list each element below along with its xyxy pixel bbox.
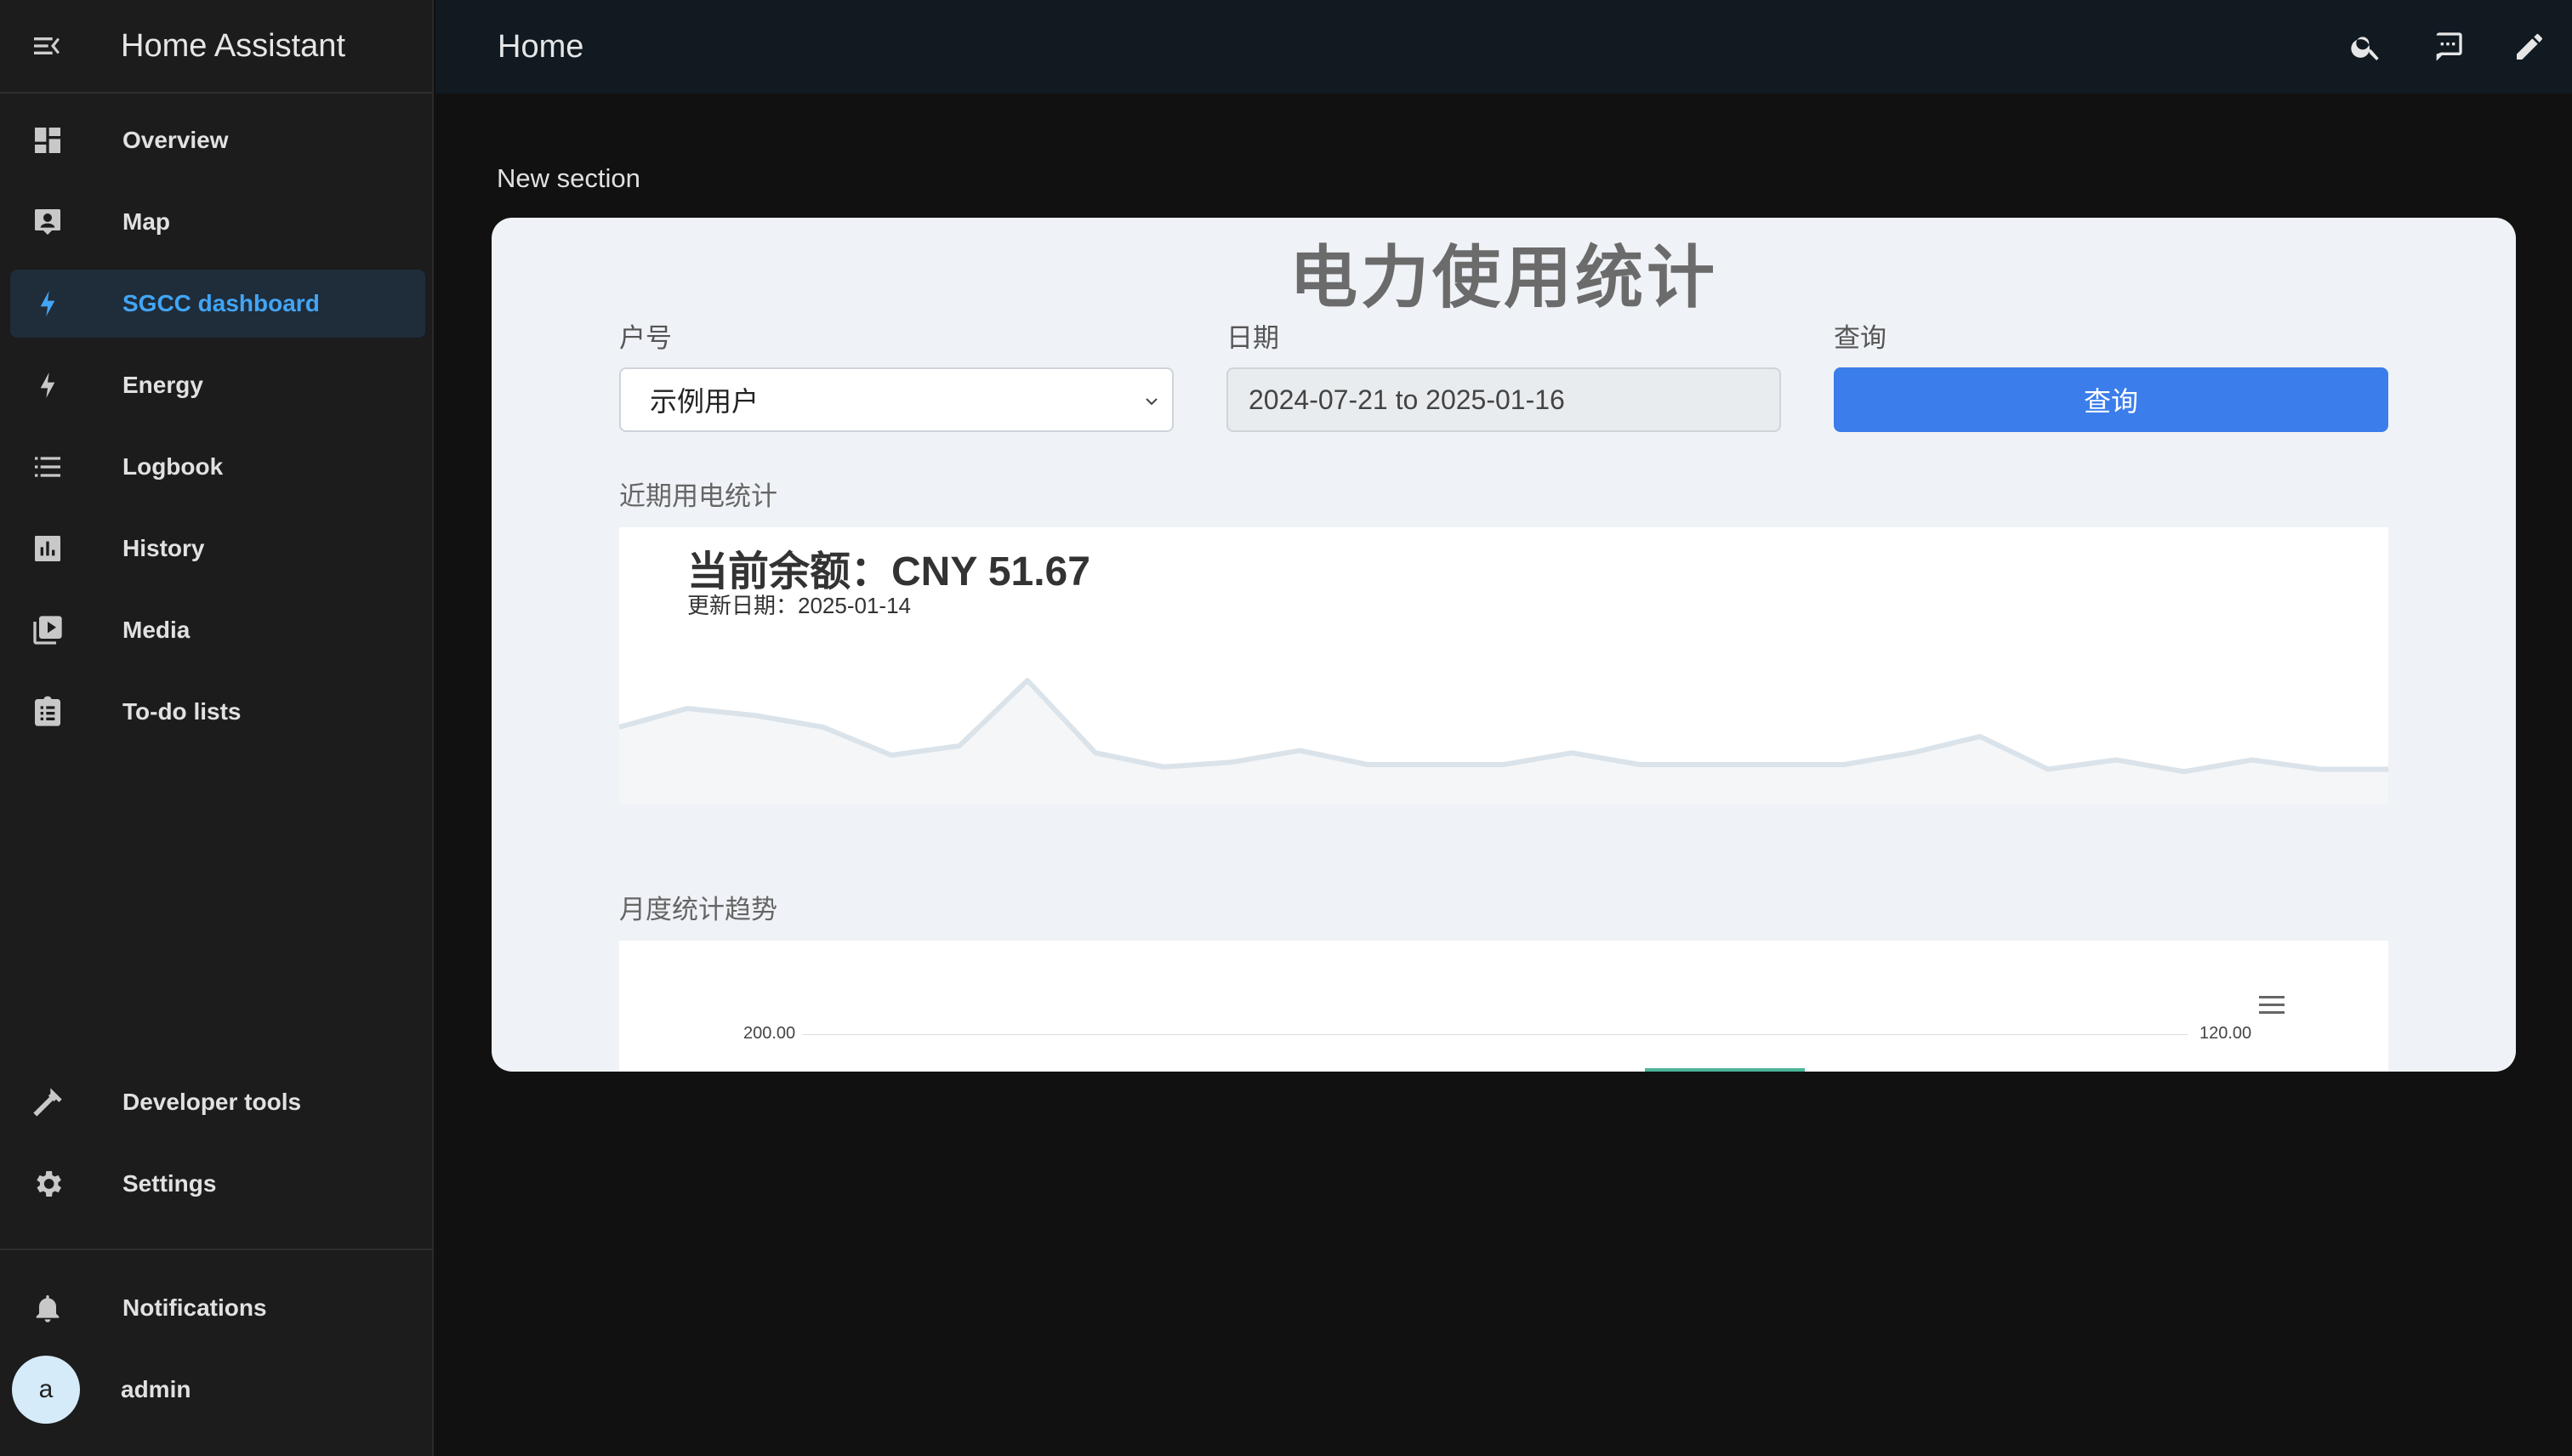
sidebar-item-label: Overview (122, 127, 229, 153)
chart-menu-icon[interactable] (2257, 992, 2286, 1017)
comment-processing-icon (2436, 32, 2462, 61)
query-label: 查询 (1834, 323, 1886, 353)
monthly-trend-heading: 月度统计趋势 (619, 895, 777, 924)
card-title: 电力使用统计 (1289, 240, 1718, 316)
chart-bar (1645, 1068, 1805, 1072)
chevron-down-icon (1146, 398, 1158, 406)
gear-icon (14, 1167, 82, 1201)
avatar: a (12, 1356, 80, 1424)
sidebar-item-sgcc-dashboard[interactable]: SGCC dashboard (10, 270, 425, 338)
gridline (803, 1034, 2188, 1035)
list-icon (14, 450, 82, 484)
sidebar-item-label: History (122, 535, 205, 561)
sidebar-item-user[interactable]: a admin (12, 1356, 427, 1424)
account-select-value: 示例用户 (650, 386, 760, 417)
sidebar-item-history[interactable]: History (10, 515, 425, 583)
sidebar-item-logbook[interactable]: Logbook (10, 433, 425, 501)
usage-sparkline (619, 678, 2388, 805)
sidebar-header: Home Assistant (0, 0, 432, 94)
hammer-icon (14, 1085, 82, 1119)
dashboard-icon (14, 123, 82, 157)
sidebar: Home Assistant Overview Map SGCC dashboa… (0, 0, 434, 1456)
sidebar-item-label: Media (122, 617, 191, 643)
sidebar-item-todo-lists[interactable]: To-do lists (10, 678, 425, 746)
search-icon (2351, 37, 2379, 60)
sidebar-item-notifications[interactable]: Notifications (10, 1274, 425, 1342)
map-icon (14, 205, 82, 239)
sidebar-item-media[interactable]: Media (10, 596, 425, 664)
play-box-multiple-icon (14, 613, 82, 647)
sidebar-item-label: To-do lists (122, 698, 242, 725)
sidebar-item-label: Energy (122, 372, 203, 398)
section-title: New section (497, 163, 640, 193)
search-button[interactable] (2325, 6, 2407, 88)
account-select[interactable]: 示例用户 (619, 367, 1174, 432)
page-title: Home (498, 28, 584, 65)
top-bar: Home (435, 0, 2572, 94)
top-actions (2325, 0, 2572, 94)
sidebar-divider (0, 1248, 434, 1250)
lightning-bolt-icon (14, 368, 82, 402)
sidebar-item-energy[interactable]: Energy (10, 351, 425, 419)
sidebar-item-label: Developer tools (122, 1089, 302, 1115)
sidebar-item-label: Settings (122, 1170, 217, 1197)
user-name: admin (121, 1376, 191, 1402)
axis-tick-left: 200.00 (743, 1024, 796, 1043)
menu-collapse-icon (34, 37, 60, 54)
chart-box-icon (14, 532, 82, 566)
sidebar-item-settings[interactable]: Settings (10, 1150, 425, 1218)
pencil-icon (2517, 34, 2542, 60)
bell-icon (14, 1291, 82, 1325)
lightning-bolt-icon (14, 287, 82, 321)
menu-toggle-button[interactable] (0, 0, 94, 93)
query-button[interactable]: 查询 (1834, 367, 2388, 432)
clipboard-list-icon (14, 695, 82, 729)
account-label: 户号 (619, 323, 672, 353)
sidebar-item-map[interactable]: Map (10, 188, 425, 256)
sidebar-item-label: SGCC dashboard (122, 290, 320, 316)
recent-usage-heading: 近期用电统计 (619, 481, 777, 511)
sgcc-card: 电力使用统计 户号 日期 查询 示例用户 2024-07-21 to 2025-… (492, 218, 2516, 1072)
sidebar-item-label: Logbook (122, 453, 224, 480)
app-title: Home Assistant (121, 27, 345, 64)
date-range-value: 2024-07-21 to 2025-01-16 (1249, 384, 1565, 415)
sidebar-item-label: Notifications (122, 1294, 267, 1321)
monthly-chart-panel: 200.00 120.00 (619, 941, 2388, 1072)
balance-panel: 当前余额：CNY 51.67 更新日期：2025-01-14 (619, 527, 2388, 805)
sidebar-item-developer-tools[interactable]: Developer tools (10, 1068, 425, 1136)
axis-tick-right: 120.00 (2199, 1024, 2252, 1043)
edit-dashboard-button[interactable] (2489, 6, 2570, 88)
assist-button[interactable] (2407, 6, 2489, 88)
sidebar-item-label: Map (122, 208, 170, 235)
sparkline-area (619, 680, 2388, 805)
date-range-input[interactable]: 2024-07-21 to 2025-01-16 (1226, 367, 1781, 432)
sidebar-item-overview[interactable]: Overview (10, 106, 425, 174)
date-label: 日期 (1226, 323, 1279, 353)
